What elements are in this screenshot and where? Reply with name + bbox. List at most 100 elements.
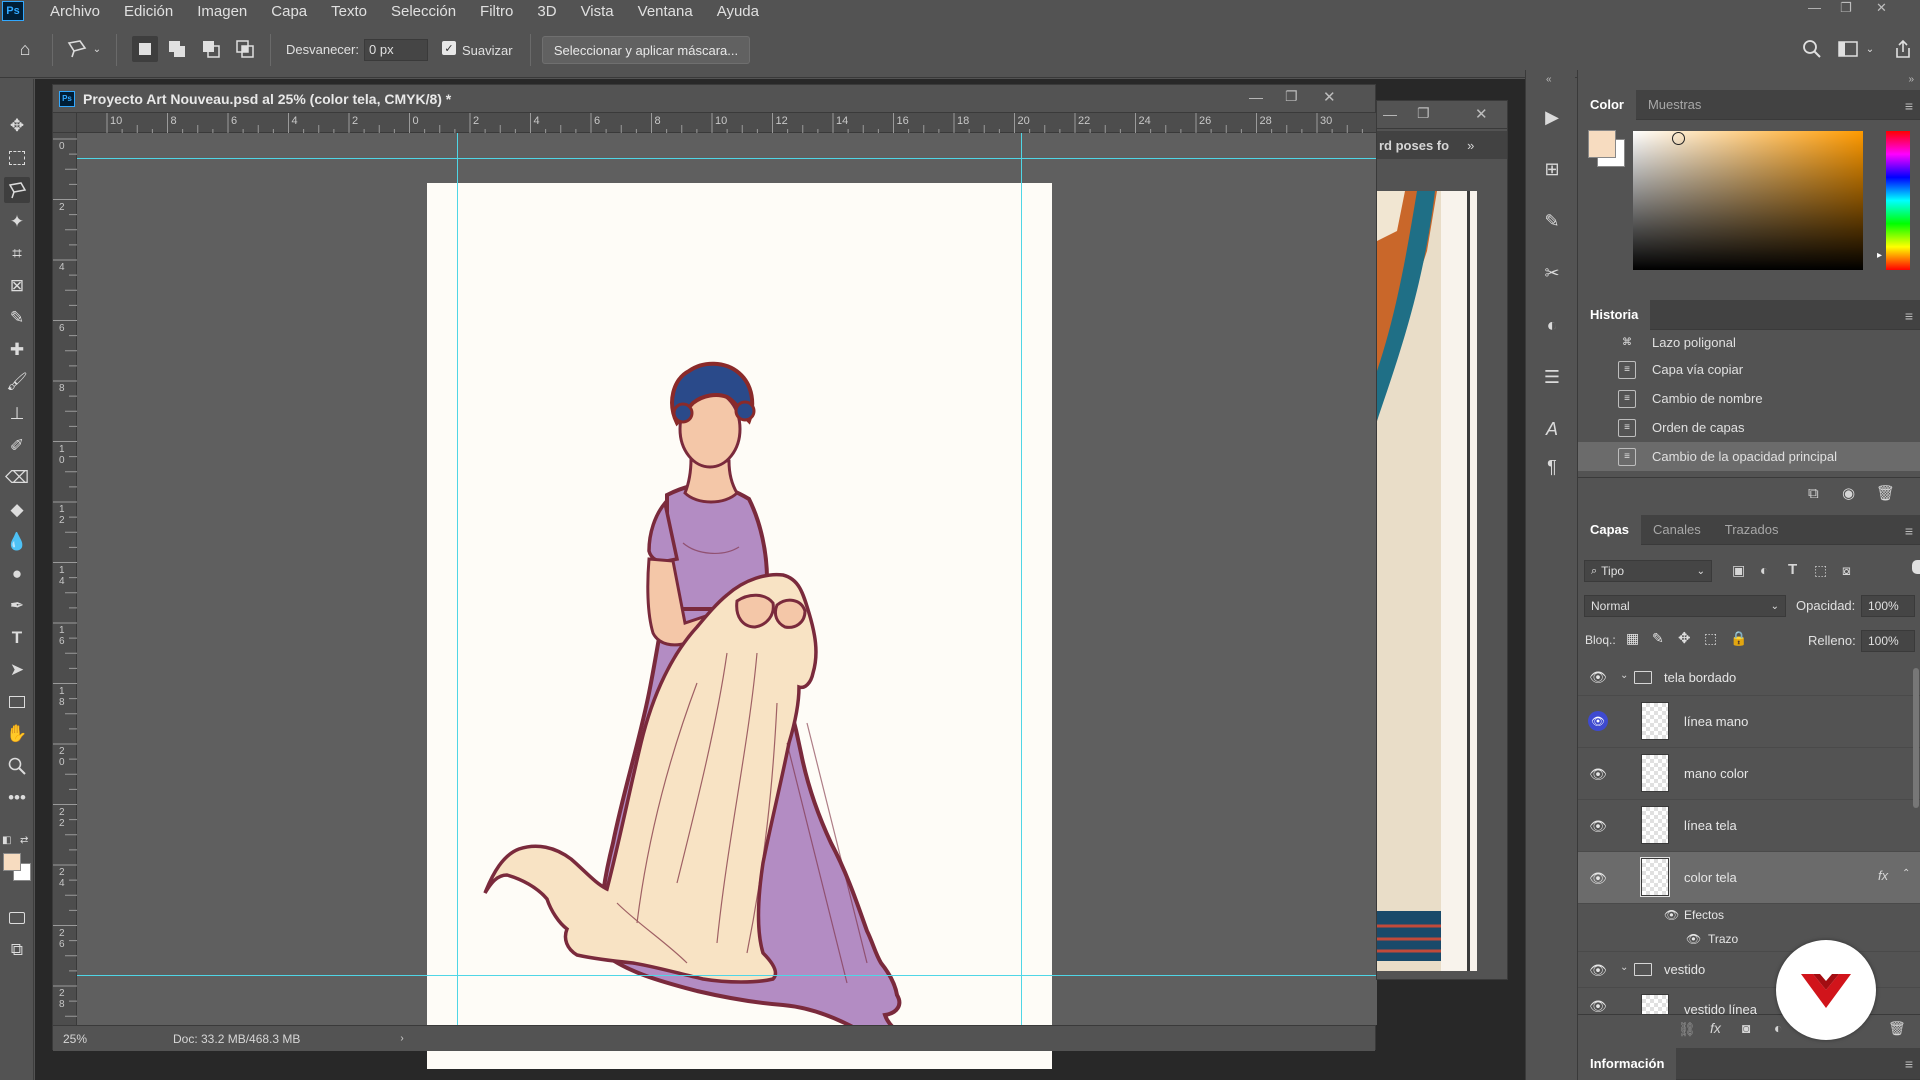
app-restore-icon[interactable]: ❐	[1840, 0, 1852, 16]
layer-name[interactable]: color tela	[1684, 870, 1737, 885]
second-document-window[interactable]: — ❐ ✕ rd poses fo »	[1376, 100, 1508, 980]
visibility-eye-icon[interactable]: 👁	[1588, 996, 1608, 1016]
chevron-up-icon[interactable]: ⌃	[1902, 868, 1910, 879]
opacity-input[interactable]: 100%	[1861, 595, 1915, 617]
fill-input[interactable]: 100%	[1861, 630, 1915, 652]
hand-tool-icon[interactable]: ✋	[4, 721, 30, 747]
menu-filtro[interactable]: Filtro	[468, 3, 525, 20]
document-title-bar[interactable]: Ps Proyecto Art Nouveau.psd al 25% (colo…	[53, 85, 1375, 113]
type-tool-icon[interactable]: T	[4, 625, 30, 651]
status-menu-chevron-icon[interactable]: ›	[400, 1033, 403, 1044]
tab-paths[interactable]: Trazados	[1713, 515, 1791, 545]
path-selection-tool-icon[interactable]: ➤	[4, 657, 30, 683]
filter-type-icon[interactable]: T	[1788, 561, 1797, 578]
history-item[interactable]: ≡ Cambio de nombre	[1578, 384, 1920, 413]
default-colors-icon[interactable]: ◧	[2, 835, 11, 846]
menu-imagen[interactable]: Imagen	[185, 3, 259, 20]
actions-play-icon[interactable]: ▶	[1539, 104, 1565, 130]
app-close-icon[interactable]: ✕	[1876, 0, 1887, 16]
guide-line[interactable]	[77, 975, 1377, 976]
adjustments-icon[interactable]: ◐	[1539, 312, 1565, 338]
lock-all-icon[interactable]: 🔒	[1730, 630, 1747, 647]
effects-label[interactable]: Efectos	[1684, 908, 1724, 922]
tab-swatches[interactable]: Muestras	[1636, 90, 1713, 120]
pen-tool-icon[interactable]: ✒	[4, 593, 30, 619]
history-item[interactable]: ≡ Orden de capas	[1578, 413, 1920, 442]
lock-position-icon[interactable]: ✥	[1678, 629, 1691, 647]
more-tools-icon[interactable]: •••	[4, 785, 30, 811]
brush-tool-icon[interactable]: 🖌	[4, 369, 30, 395]
horizontal-ruler[interactable]: 10 8 6 4 2 0 2 4 6 8 10 12 14 16 18 20 22 24 26 28 30	[77, 113, 1377, 133]
layer-group-row[interactable]: 👁 ⌄ tela bordado	[1578, 660, 1920, 696]
healing-brush-tool-icon[interactable]: ✚	[4, 337, 30, 363]
lock-transparent-icon[interactable]: ▦	[1626, 630, 1639, 647]
history-item[interactable]: ⌘ Lazo poligonal	[1578, 332, 1920, 352]
color-panel-menu-icon[interactable]: ≡	[1905, 98, 1913, 114]
color-picker-field[interactable]	[1633, 131, 1863, 270]
tab-color[interactable]: Color	[1578, 89, 1636, 120]
blend-mode-select[interactable]: Normal ⌄	[1584, 595, 1786, 617]
menu-ventana[interactable]: Ventana	[626, 3, 705, 20]
ruler-origin[interactable]	[53, 113, 77, 133]
new-selection-icon[interactable]	[132, 36, 158, 62]
paint-bucket-tool-icon[interactable]: ◆	[4, 497, 30, 523]
layer-row[interactable]: 👁 línea tela	[1578, 800, 1920, 852]
add-style-fx-icon[interactable]: fx	[1710, 1020, 1721, 1036]
guide-line[interactable]	[1021, 133, 1022, 1025]
doc2-minimize-icon[interactable]: —	[1383, 106, 1397, 122]
foreground-color-swatch[interactable]	[3, 853, 21, 871]
layer-thumbnail[interactable]	[1641, 702, 1669, 740]
new-document-from-state-icon[interactable]: ⧉	[1808, 485, 1819, 502]
document-size[interactable]: Doc: 33.2 MB/468.3 MB	[173, 1032, 300, 1046]
visibility-eye-icon[interactable]: 👁	[1588, 816, 1608, 836]
layer-name[interactable]: vestido	[1664, 962, 1705, 977]
effect-eye-icon[interactable]: 👁	[1686, 932, 1701, 946]
polygonal-lasso-preset-icon[interactable]	[64, 36, 90, 62]
second-doc-tab[interactable]: rd poses fo »	[1377, 131, 1507, 159]
home-icon[interactable]: ⌂	[12, 36, 38, 62]
brush-settings-icon[interactable]: ✎	[1539, 208, 1565, 234]
menu-edicion[interactable]: Edición	[112, 3, 185, 20]
chevron-down-icon[interactable]: ⌄	[1620, 962, 1628, 973]
antialias-checkbox[interactable]: ✓	[442, 41, 456, 55]
rectangle-tool-icon[interactable]	[4, 689, 30, 715]
libraries-icon[interactable]: ⊞	[1539, 156, 1565, 182]
zoom-tool-icon[interactable]	[4, 753, 30, 779]
color-panel-foreground-swatch[interactable]	[1588, 130, 1616, 158]
filter-toggle[interactable]	[1912, 560, 1920, 574]
canvas-area[interactable]	[77, 133, 1377, 1069]
tab-history[interactable]: Historia	[1578, 299, 1651, 330]
layer-thumbnail[interactable]	[1640, 857, 1670, 897]
layer-row-selected[interactable]: 👁 color tela fx ⌃	[1578, 852, 1920, 904]
lasso-tool-icon[interactable]	[4, 177, 30, 203]
visibility-eye-hover-icon[interactable]: 👁	[1588, 711, 1608, 731]
share-icon[interactable]	[1890, 36, 1916, 62]
layers-scrollbar[interactable]	[1913, 668, 1919, 808]
layer-thumbnail[interactable]	[1641, 754, 1669, 792]
info-panel-menu-icon[interactable]: ≡	[1905, 1056, 1913, 1072]
properties-icon[interactable]: ☰	[1539, 364, 1565, 390]
guide-line[interactable]	[457, 133, 458, 1025]
app-minimize-icon[interactable]: —	[1808, 0, 1821, 15]
subtract-selection-icon[interactable]	[198, 36, 224, 62]
doc2-maximize-icon[interactable]: ❐	[1417, 105, 1430, 122]
vertical-ruler[interactable]: 0 2 4 6 8 1 0 1 2 1 4 1 6 1 8 2 0 2 2 2 4 2 6 2 8	[53, 133, 77, 1025]
history-panel-menu-icon[interactable]: ≡	[1905, 308, 1913, 324]
swap-colors-icon[interactable]: ⇄	[20, 835, 28, 846]
artboard[interactable]	[427, 183, 1052, 1069]
visibility-eye-icon[interactable]: 👁	[1588, 868, 1608, 888]
layers-panel-menu-icon[interactable]: ≡	[1905, 523, 1913, 539]
chevron-down-icon[interactable]: ⌄	[1620, 670, 1628, 681]
menu-capa[interactable]: Capa	[259, 3, 319, 20]
effect-stroke-row[interactable]: 👁 Trazo	[1578, 928, 1920, 952]
visibility-eye-icon[interactable]: 👁	[1588, 668, 1608, 688]
history-brush-tool-icon[interactable]: ✐	[4, 433, 30, 459]
lock-image-brush-icon[interactable]: ✎	[1652, 630, 1664, 647]
quick-mask-icon[interactable]	[4, 905, 30, 931]
effects-row[interactable]: 👁 Efectos	[1578, 904, 1920, 928]
panel-collapse-icon[interactable]: »	[1908, 74, 1914, 85]
search-icon[interactable]	[1799, 36, 1825, 62]
doc-close-icon[interactable]: ✕	[1323, 88, 1336, 106]
workspace-icon[interactable]	[1835, 36, 1861, 62]
layer-effects-fx-icon[interactable]: fx	[1878, 868, 1888, 883]
